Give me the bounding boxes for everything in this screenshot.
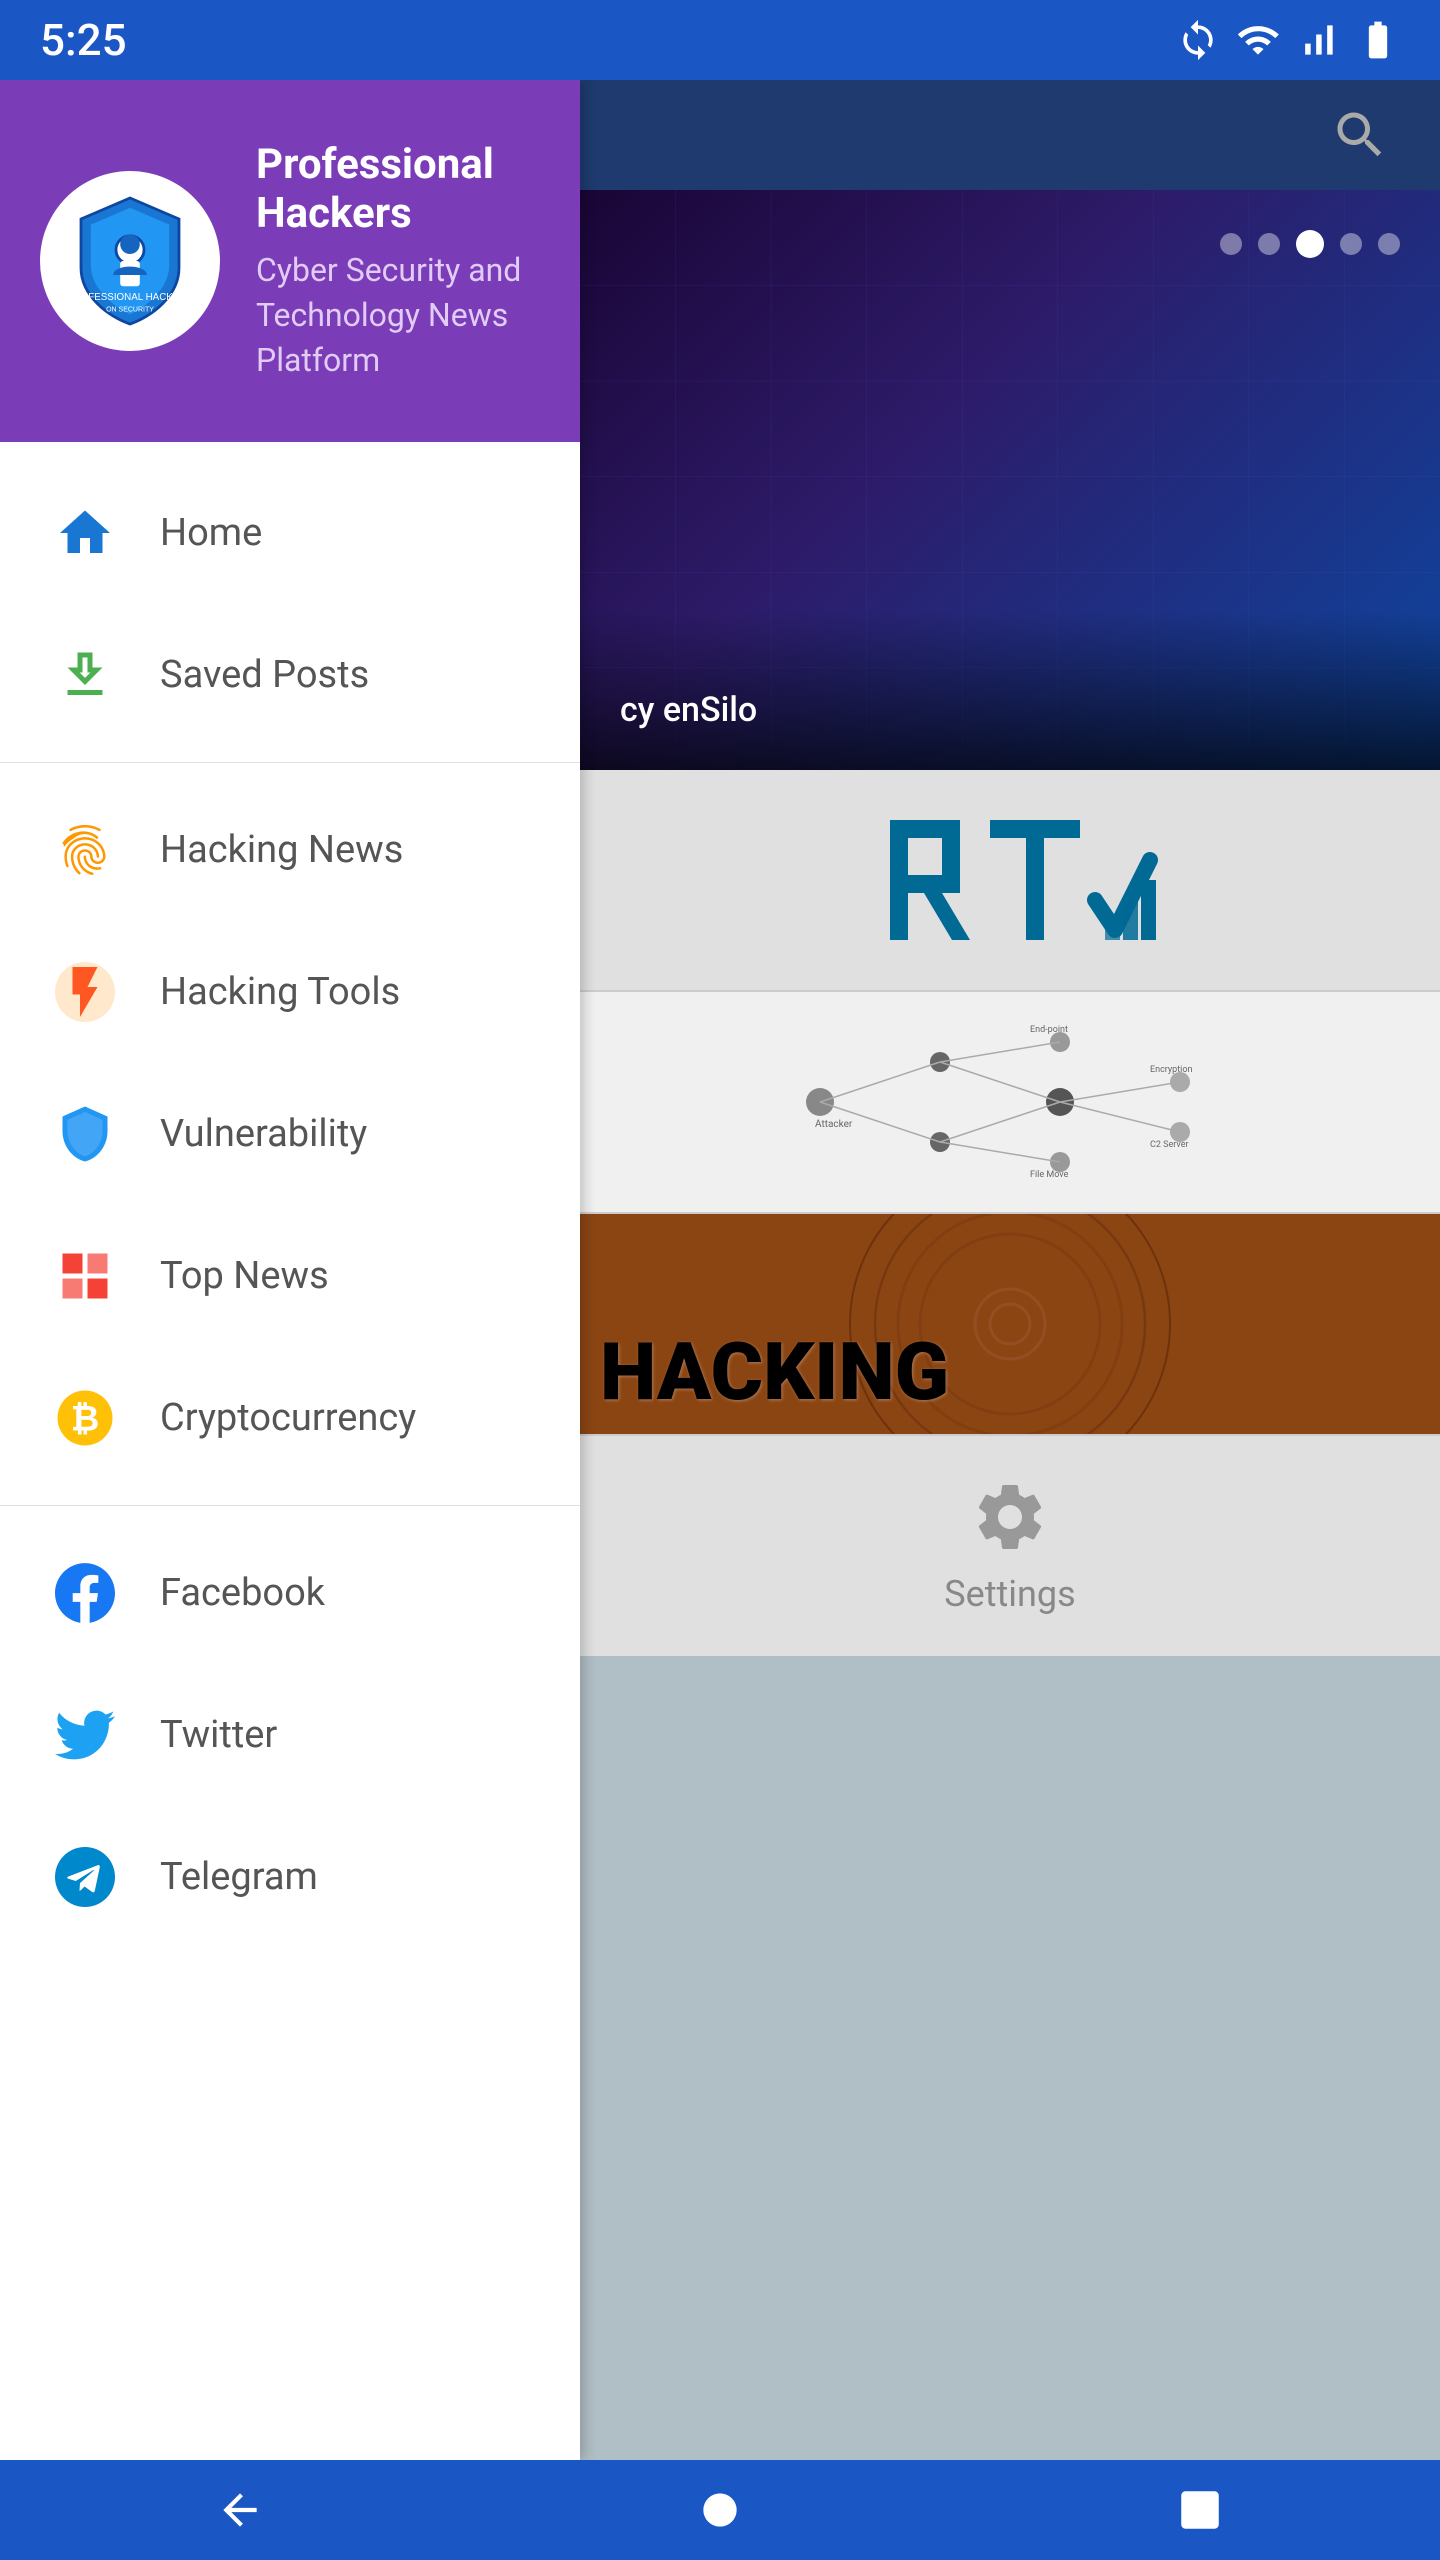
- right-panel-inner: cy enSilo: [580, 80, 1440, 1656]
- search-bar: [580, 80, 1440, 190]
- hero-caption: cy enSilo: [620, 690, 757, 730]
- right-panel: cy enSilo: [580, 80, 1440, 2460]
- sidebar-menu: Home Saved Posts Hacking N: [0, 442, 580, 2460]
- fingerprint-icon: [50, 815, 120, 885]
- facebook-label: Facebook: [160, 1571, 325, 1615]
- facebook-icon: [50, 1558, 120, 1628]
- cryptocurrency-label: Cryptocurrency: [160, 1396, 416, 1440]
- sidebar-item-home[interactable]: Home: [0, 462, 580, 604]
- sidebar-item-twitter[interactable]: Twitter: [0, 1664, 580, 1806]
- svg-text:Encryption: Encryption: [1150, 1065, 1193, 1075]
- app-logo: PROFESSIONAL HACKERS ON SECURITY: [40, 171, 220, 351]
- hero-dot-2[interactable]: [1258, 233, 1280, 255]
- sidebar-item-cryptocurrency[interactable]: ₿ Cryptocurrency: [0, 1347, 580, 1489]
- grid-icon: [50, 1241, 120, 1311]
- lightning-icon: [50, 957, 120, 1027]
- sidebar-item-top-news[interactable]: Top News: [0, 1205, 580, 1347]
- home-label: Home: [160, 511, 262, 555]
- settings-label: Settings: [944, 1573, 1075, 1615]
- sidebar-header: PROFESSIONAL HACKERS ON SECURITY Profess…: [0, 80, 580, 442]
- sidebar-item-vulnerability[interactable]: Vulnerability: [0, 1063, 580, 1205]
- sync-icon: [1176, 18, 1220, 62]
- status-icons: [1176, 18, 1400, 62]
- twitter-label: Twitter: [160, 1713, 277, 1757]
- home-button[interactable]: [670, 2480, 770, 2540]
- battery-icon: [1356, 18, 1400, 62]
- hacking-card[interactable]: HACKING: [580, 1214, 1440, 1434]
- rt-logo-svg: [860, 800, 1160, 960]
- hero-dot-3[interactable]: [1296, 230, 1324, 258]
- telegram-label: Telegram: [160, 1855, 318, 1899]
- shield-icon: [50, 1099, 120, 1169]
- status-time: 5:25: [40, 14, 127, 66]
- divider-2: [0, 1505, 580, 1506]
- search-icon[interactable]: [1330, 105, 1390, 165]
- settings-gear-icon: [970, 1477, 1050, 1557]
- hero-dot-1[interactable]: [1220, 233, 1242, 255]
- hacking-card-label: HACKING: [600, 1325, 949, 1419]
- twitter-icon: [50, 1700, 120, 1770]
- sidebar-title-block: Professional Hackers Cyber Security and …: [256, 140, 540, 382]
- hero-dots: [1220, 230, 1400, 258]
- hero-carousel: cy enSilo: [580, 190, 1440, 770]
- settings-card[interactable]: Settings: [580, 1436, 1440, 1656]
- top-news-label: Top News: [160, 1254, 329, 1298]
- sidebar: PROFESSIONAL HACKERS ON SECURITY Profess…: [0, 80, 580, 2460]
- svg-text:₿: ₿: [71, 1400, 100, 1439]
- svg-text:Attacker: Attacker: [815, 1119, 853, 1130]
- rt-logo-card[interactable]: [580, 770, 1440, 990]
- sidebar-item-saved[interactable]: Saved Posts: [0, 604, 580, 746]
- save-icon: [50, 640, 120, 710]
- svg-text:File Move: File Move: [1030, 1170, 1069, 1180]
- content-grid: Attacker End-point File Move Encryption …: [580, 770, 1440, 1656]
- bitcoin-icon: ₿: [50, 1383, 120, 1453]
- logo-svg: PROFESSIONAL HACKERS ON SECURITY: [60, 191, 200, 331]
- status-bar: 5:25: [0, 0, 1440, 80]
- sidebar-item-facebook[interactable]: Facebook: [0, 1522, 580, 1664]
- bottom-nav: [0, 2460, 1440, 2560]
- hacking-news-label: Hacking News: [160, 828, 403, 872]
- telegram-icon: [50, 1842, 120, 1912]
- vulnerability-label: Vulnerability: [160, 1112, 367, 1156]
- app-desc: Cyber Security and Technology News Platf…: [256, 248, 540, 382]
- svg-text:C2 Server: C2 Server: [1150, 1140, 1189, 1150]
- network-card[interactable]: Attacker End-point File Move Encryption …: [580, 992, 1440, 1212]
- divider-1: [0, 762, 580, 763]
- wifi-icon: [1236, 18, 1280, 62]
- app-name: Professional Hackers: [256, 140, 540, 238]
- signal-icon: [1296, 18, 1340, 62]
- back-button[interactable]: [190, 2480, 290, 2540]
- saved-label: Saved Posts: [160, 653, 369, 697]
- recent-button[interactable]: [1150, 2480, 1250, 2540]
- hero-dot-5[interactable]: [1378, 233, 1400, 255]
- svg-text:End-point: End-point: [1030, 1025, 1068, 1035]
- svg-text:ON SECURITY: ON SECURITY: [106, 307, 154, 314]
- sidebar-item-telegram[interactable]: Telegram: [0, 1806, 580, 1948]
- svg-text:PROFESSIONAL HACKERS: PROFESSIONAL HACKERS: [67, 292, 193, 303]
- sidebar-item-hacking-news[interactable]: Hacking News: [0, 779, 580, 921]
- hero-dot-4[interactable]: [1340, 233, 1362, 255]
- sidebar-item-hacking-tools[interactable]: Hacking Tools: [0, 921, 580, 1063]
- network-svg: Attacker End-point File Move Encryption …: [760, 1002, 1260, 1202]
- hacking-tools-label: Hacking Tools: [160, 970, 400, 1014]
- home-icon: [50, 498, 120, 568]
- main-layout: PROFESSIONAL HACKERS ON SECURITY Profess…: [0, 80, 1440, 2460]
